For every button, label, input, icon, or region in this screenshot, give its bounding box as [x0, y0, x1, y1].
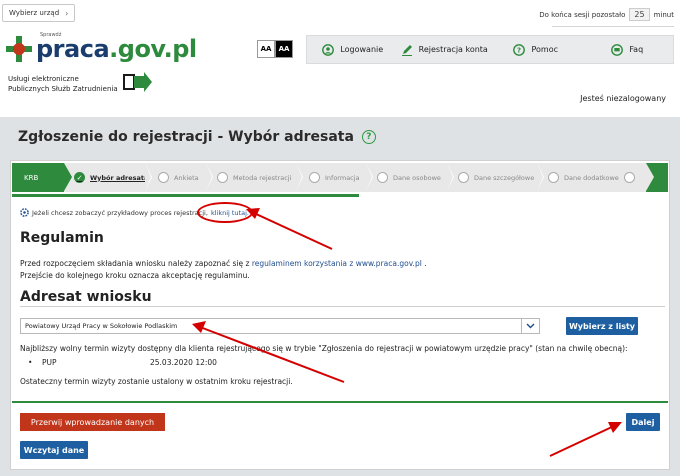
contrast-normal-button[interactable]: AA — [257, 40, 275, 58]
annotation-arrow-select — [192, 321, 345, 383]
regulamin-link[interactable]: regulaminem korzystania z www.praca.gov.… — [252, 259, 422, 268]
psz-logo-icon — [123, 72, 152, 92]
regulamin-line1-end: . — [424, 259, 427, 268]
step-label: Dane szczegółowe — [474, 173, 535, 182]
step-circle-icon — [377, 172, 388, 183]
step-separator-inner — [447, 163, 453, 191]
pen-icon — [401, 44, 412, 56]
step-label: Informacja — [325, 173, 360, 182]
svg-text:?: ? — [517, 46, 521, 54]
nav-login[interactable]: Logowanie — [307, 36, 399, 63]
step-dane-osobowe[interactable]: Dane osobowe — [377, 163, 441, 192]
footer-divider — [12, 401, 668, 403]
logo-text: praca.gov.pl — [36, 35, 197, 63]
annotation-arrow-next — [549, 422, 622, 457]
page-title-wrap: Zgłoszenie do rejestracji - Wybór adresa… — [18, 129, 376, 145]
nav-help[interactable]: ? Pomoc — [490, 36, 582, 63]
nav-faq-label: Faq — [629, 45, 644, 54]
office-select-label: Wybierz urząd — [9, 9, 60, 17]
next-button[interactable]: Dalej — [626, 413, 660, 431]
step-separator-inner — [206, 163, 212, 191]
section-divider — [20, 306, 665, 307]
regulamin-line2: Przejście do kolejnego kroku oznacza akc… — [20, 271, 250, 280]
info-gear-icon — [20, 208, 29, 217]
step-ankieta[interactable]: Ankieta — [158, 163, 199, 192]
help-icon[interactable]: ? — [361, 130, 376, 144]
logo-text-domain: .gov.pl — [109, 35, 197, 63]
step-label: Ankieta — [174, 173, 199, 182]
step-circle-icon — [158, 172, 169, 183]
tagline-line2: Publicznych Służb Zatrudnienia — [8, 85, 118, 93]
adresat-heading: Adresat wniosku — [20, 289, 152, 305]
session-unit: minut — [653, 10, 674, 19]
step-separator-inner — [296, 163, 302, 191]
step-separator-inner — [145, 163, 151, 191]
stepper-end-arrow — [646, 163, 654, 191]
step-circle-icon — [624, 172, 635, 183]
check-icon: ✓ — [74, 172, 85, 183]
step-informacja[interactable]: Informacja — [309, 163, 360, 192]
step-metoda-rejestracji[interactable]: Metoda rejestracji — [217, 163, 291, 192]
step-circle-icon — [309, 172, 320, 183]
question-icon: ? — [513, 43, 526, 56]
step-circle-icon — [548, 172, 559, 183]
step-dane-szczegolowe[interactable]: Dane szczegółowe — [458, 163, 534, 192]
regulamin-heading: Regulamin — [20, 230, 104, 246]
chat-icon — [611, 43, 624, 56]
session-timer: Do końca sesji pozostało 25 minut — [539, 8, 674, 21]
chevron-down-icon — [521, 319, 539, 333]
load-data-button[interactable]: Wczytaj dane — [20, 441, 88, 459]
office-dropdown-value: Powiatowy Urząd Pracy w Sokołowie Podlas… — [25, 322, 178, 330]
tagline: Usługi elektroniczne Publicznych Służb Z… — [8, 74, 118, 94]
step-label: Dane dodatkowe — [564, 173, 619, 182]
step-wybor-adresata[interactable]: ✓ Wybór adresata — [74, 163, 148, 192]
stepper-krb-arrow — [64, 163, 72, 191]
page-title: Zgłoszenie do rejestracji - Wybór adresa… — [18, 129, 354, 145]
regulamin-line1-text: Przed rozpoczęciem składania wniosku nal… — [20, 259, 250, 268]
tagline-line1: Usługi elektroniczne — [8, 75, 79, 83]
nav-login-label: Logowanie — [340, 45, 384, 54]
nav-faq[interactable]: Faq — [582, 36, 674, 63]
step-circle-icon — [458, 172, 469, 183]
step-separator-inner — [366, 163, 372, 191]
step-circle-icon — [217, 172, 228, 183]
step-separator-inner — [537, 163, 543, 191]
progress-bar — [12, 194, 359, 197]
nav-register[interactable]: Rejestracja konta — [399, 36, 491, 63]
step-label: Metoda rejestracji — [233, 173, 292, 182]
login-status: Jesteś niezalogowany — [580, 94, 666, 103]
user-icon — [322, 43, 335, 56]
step-more — [624, 163, 635, 192]
annotation-arrow-link — [246, 208, 333, 250]
stepper-krb: KRB — [12, 163, 64, 192]
step-dane-dodatkowe[interactable]: Dane dodatkowe — [548, 163, 619, 192]
session-value: 25 — [629, 8, 650, 21]
logo-small-text: Sprawdź — [40, 32, 62, 38]
step-label: Dane osobowe — [393, 173, 441, 182]
session-divider — [552, 26, 674, 27]
step-label: Wybór adresata — [90, 173, 149, 182]
contrast-high-button[interactable]: AA — [275, 40, 293, 58]
session-label: Do końca sesji pozostało — [539, 10, 626, 19]
choose-from-list-button[interactable]: Wybierz z listy — [566, 317, 638, 335]
abort-button[interactable]: Przerwij wprowadzanie danych — [20, 413, 165, 431]
term-bullet: • — [28, 358, 33, 367]
logo-text-main: praca — [36, 35, 110, 63]
logo-mark-icon — [6, 36, 32, 62]
contrast-switch: AA AA — [257, 40, 293, 58]
term-office: PUP — [42, 358, 57, 367]
office-select-button[interactable]: Wybierz urząd › — [2, 4, 76, 22]
chevron-right-icon: › — [65, 8, 69, 18]
main-nav: Logowanie Rejestracja konta ? Pomoc Faq — [306, 35, 674, 64]
example-info-text: Jeżeli chcesz zobaczyć przykładowy proce… — [32, 208, 208, 217]
site-logo[interactable]: Sprawdź praca.gov.pl — [4, 32, 197, 64]
nav-help-label: Pomoc — [531, 45, 559, 54]
nav-register-label: Rejestracja konta — [418, 45, 488, 54]
regulamin-line1: Przed rozpoczęciem składania wniosku nal… — [20, 259, 427, 268]
